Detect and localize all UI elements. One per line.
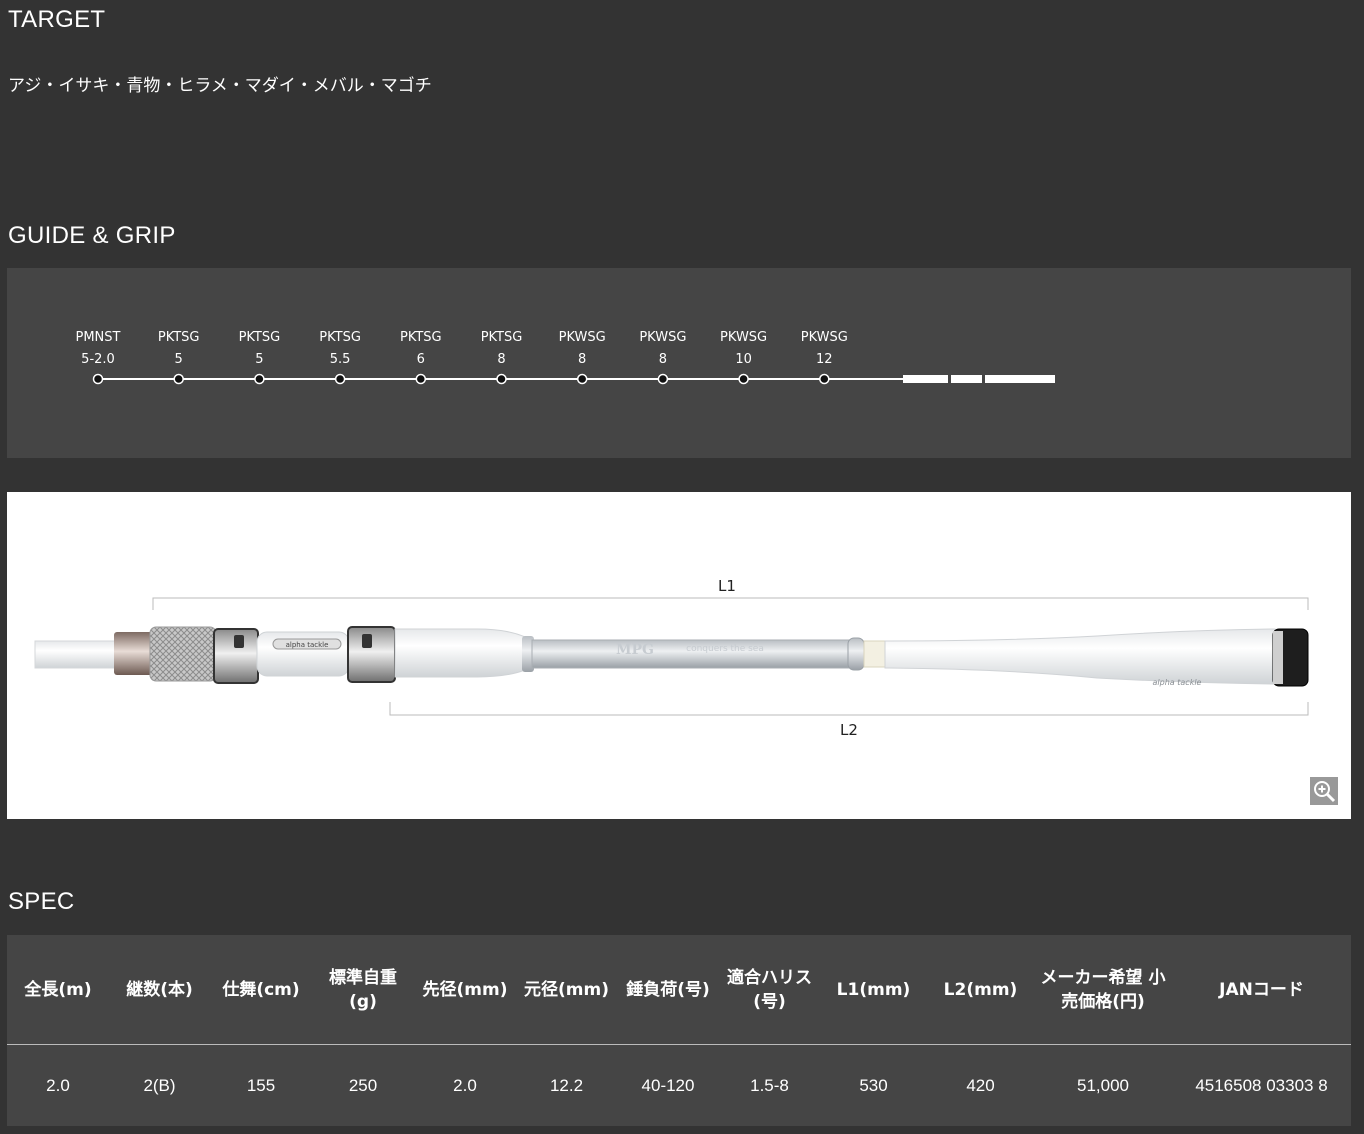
- guide-dot: [415, 373, 427, 385]
- ferrule: [114, 632, 154, 675]
- spec-cell: 250: [348, 1075, 378, 1095]
- spec-header-cell: 錘負荷(号): [617, 935, 719, 1045]
- spec-cell: 530: [859, 1075, 888, 1095]
- spec-header-cell: 継数(本): [109, 935, 210, 1045]
- spec-header-row: 全長(m) 継数(本) 仕舞(cm) 標準自重 (g) 先径(mm) 元径(mm…: [7, 935, 1351, 1045]
- spec-header-cell: L1(mm): [820, 935, 927, 1045]
- guide-name-label: PKTSG: [400, 330, 442, 345]
- blank-logo: MPG: [616, 642, 654, 658]
- spec-header-cell: 適合ハリス(号): [719, 935, 820, 1045]
- guide-dot: [576, 373, 588, 385]
- guide-size-label: 12: [816, 352, 833, 367]
- spec-cell: 155: [246, 1075, 276, 1095]
- brand-badge-text: alpha tackle: [286, 641, 329, 649]
- spec-cell: 2.0: [46, 1075, 70, 1095]
- guide-name-label: PKWSG: [801, 330, 848, 345]
- guide-name-label: PKWSG: [559, 330, 606, 345]
- target-heading: TARGET: [8, 6, 106, 33]
- guide-grip-heading: GUIDE & GRIP: [8, 222, 176, 249]
- guide-dot: [819, 373, 830, 385]
- hood-slot: [234, 635, 244, 648]
- guide-name-label: PKWSG: [720, 330, 767, 345]
- guide-size-label: 10: [735, 352, 752, 367]
- spec-cell: 2.0: [453, 1075, 477, 1095]
- spec-header-cell: 仕舞(cm): [210, 935, 312, 1045]
- spec-heading: SPEC: [8, 888, 75, 915]
- target-species: アジ・イサキ・青物・ヒラメ・マダイ・メバル・マゴチ: [8, 76, 432, 96]
- guide-name-label: PKTSG: [481, 330, 523, 345]
- zoom-in-icon: [1314, 781, 1336, 803]
- thread-wrap: [863, 640, 887, 668]
- guide-name-label: PKTSG: [239, 330, 281, 345]
- guide-dot: [738, 373, 749, 385]
- spec-cell: 40-120: [641, 1075, 695, 1095]
- guide-size-label: 5-2.0: [81, 352, 115, 367]
- spec-table: 全長(m) 継数(本) 仕舞(cm) 標準自重 (g) 先径(mm) 元径(mm…: [7, 935, 1351, 1126]
- rear-grip: [884, 628, 1276, 685]
- zoom-button[interactable]: [1310, 777, 1338, 805]
- guide-size-label: 5: [175, 352, 183, 367]
- guide-name-label: PKTSG: [158, 330, 200, 345]
- spec-header-cell: L2(mm): [927, 935, 1034, 1045]
- grip-illustration: L1 alpha tackle MPG conquers the sea alp…: [34, 577, 1309, 739]
- spec-cell: 4516508 03303 8: [1195, 1075, 1328, 1095]
- blank-tagline: conquers the sea: [686, 644, 764, 654]
- grip-segment: [903, 375, 948, 383]
- blank-section: [34, 640, 123, 669]
- grip-segment: [951, 375, 982, 383]
- guide-dot: [334, 373, 346, 385]
- l1-dimension-line: [152, 597, 1309, 610]
- guide-size-label: 6: [417, 352, 425, 367]
- guide-dot: [92, 373, 104, 385]
- guide-name-label: PMNST: [76, 330, 121, 345]
- butt-cap-ring: [1273, 631, 1283, 684]
- spec-header-cell: 元径(mm): [516, 935, 617, 1045]
- guide-size-label: 8: [659, 352, 667, 367]
- guide-name-label: PKTSG: [319, 330, 361, 345]
- guide-dot: [254, 373, 265, 385]
- spec-header-cell: 先径(mm): [414, 935, 516, 1045]
- grip-segment: [985, 375, 1055, 383]
- spec-header-cell: 全長(m): [7, 935, 109, 1045]
- guide-dot: [657, 373, 669, 385]
- hood-slot: [362, 634, 372, 648]
- fore-grip: [394, 628, 526, 678]
- spec-cell: 51,000: [1077, 1075, 1129, 1095]
- table-row: 2.0 2(B) 155 250 2.0 12.2 40-120 1.5-8 5…: [7, 1045, 1351, 1127]
- guide-dot: [496, 373, 507, 385]
- l1-label: L1: [718, 577, 736, 595]
- l2-label: L2: [840, 721, 858, 739]
- rear-grip-brand: alpha tackle: [1153, 678, 1202, 687]
- l2-dimension-line: [389, 702, 1309, 716]
- guide-size-label: 8: [578, 352, 586, 367]
- guide-size-label: 5: [255, 352, 263, 367]
- guide-layout-panel: PMNST 5-2.0 PKTSG 5 PKTSG 5 PKTSG 5.5 PKTSG 6 PKTS…: [7, 268, 1351, 458]
- guide-size-label: 5.5: [330, 352, 351, 367]
- spec-cell: 420: [966, 1075, 995, 1095]
- guide-dot: [173, 373, 184, 385]
- guide-diagram: PMNST 5-2.0 PKTSG 5 PKTSG 5 PKTSG 5.5 PKTSG 6 PKTS…: [76, 330, 1055, 385]
- spec-cell: 12.2: [549, 1075, 584, 1095]
- guide-name-label: PKWSG: [639, 330, 686, 345]
- grip-image-panel: L1 alpha tackle MPG conquers the sea alp…: [7, 492, 1351, 819]
- spec-header-cell: JANコード: [1172, 935, 1351, 1045]
- spec-cell: 2(B): [143, 1075, 176, 1095]
- joint-ring: [847, 637, 865, 671]
- reel-nut: [149, 626, 217, 682]
- spec-cell: 1.5-8: [750, 1075, 789, 1095]
- spec-header-cell: メーカー希望 小売価格(円): [1034, 935, 1172, 1045]
- spec-header-cell: 標準自重 (g): [312, 935, 414, 1045]
- guide-size-label: 8: [497, 352, 505, 367]
